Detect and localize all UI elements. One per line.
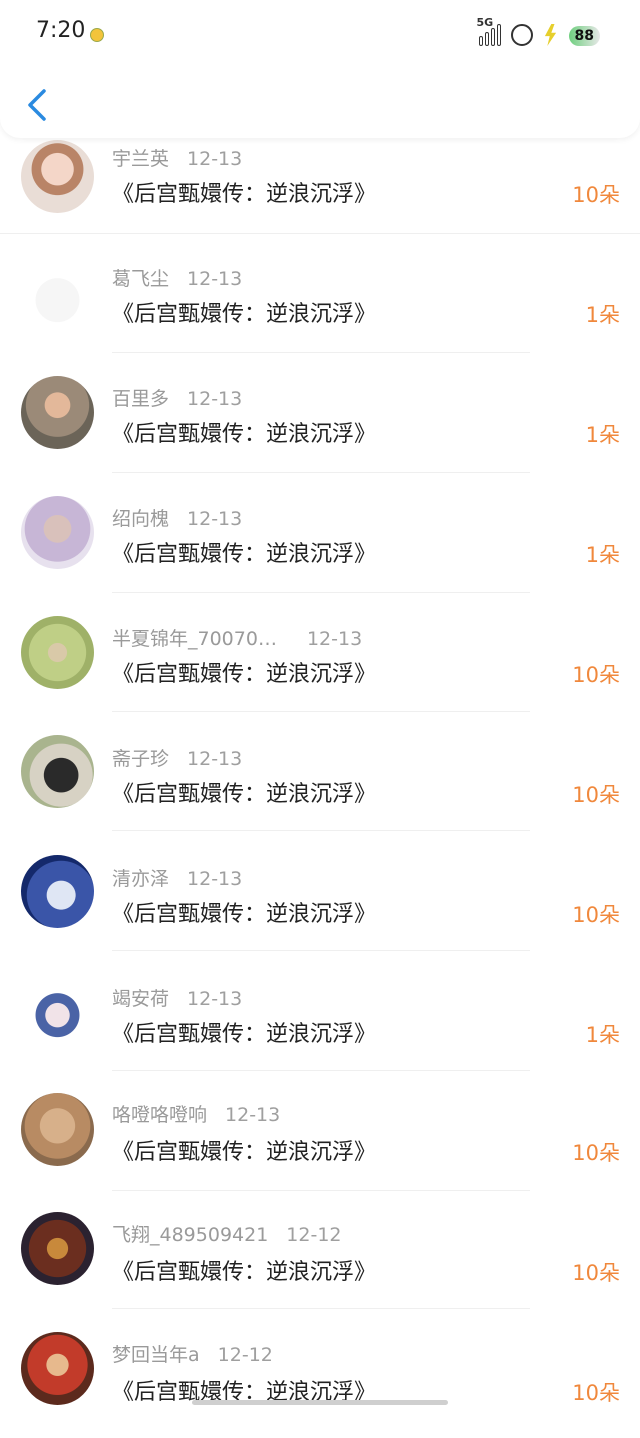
user-name[interactable]: 咯噔咯噔响	[112, 1104, 207, 1126]
book-title[interactable]: 《后宫甄嬛传：逆浪沉浮》	[112, 176, 376, 208]
book-title[interactable]: 《后宫甄嬛传：逆浪沉浮》	[112, 776, 376, 808]
user-name[interactable]: 梦回当年a	[112, 1344, 200, 1366]
flower-count: 10朵	[572, 183, 620, 207]
network-label: 5G	[476, 16, 494, 29]
list-item[interactable]: 竭安荷 12-13 《后宫甄嬛传：逆浪沉浮》 1朵	[0, 958, 640, 1078]
flower-count: 10朵	[572, 663, 620, 687]
list-item[interactable]: 清亦泽 12-13 《后宫甄嬛传：逆浪沉浮》 10朵	[0, 838, 640, 958]
wifi-icon	[510, 24, 533, 46]
flower-count: 1朵	[585, 423, 620, 447]
divider	[112, 1070, 530, 1071]
flower-count: 1朵	[585, 543, 620, 567]
book-title[interactable]: 《后宫甄嬛传：逆浪沉浮》	[112, 1134, 376, 1166]
flower-count: 10朵	[572, 1141, 620, 1165]
avatar[interactable]	[21, 975, 94, 1048]
divider	[112, 1190, 530, 1191]
book-title[interactable]: 《后宫甄嬛传：逆浪沉浮》	[112, 536, 376, 568]
user-name[interactable]: 宇兰英	[112, 148, 169, 170]
signal-icon: 5G	[476, 16, 501, 46]
book-title[interactable]: 《后宫甄嬛传：逆浪沉浮》	[112, 656, 376, 688]
status-bar: 7:20 5G 88	[0, 0, 640, 70]
battery-level: 88	[568, 26, 600, 46]
home-indicator[interactable]	[192, 1400, 448, 1405]
avatar[interactable]	[21, 1093, 94, 1166]
status-time: 7:20	[36, 18, 86, 43]
date-label: 12-13	[187, 868, 243, 890]
book-title[interactable]: 《后宫甄嬛传：逆浪沉浮》	[112, 1254, 376, 1286]
avatar[interactable]	[21, 1212, 94, 1285]
notification-icon	[90, 28, 104, 42]
charging-icon	[544, 24, 557, 46]
list-item[interactable]: 半夏锦年_70070… 12-13 《后宫甄嬛传：逆浪沉浮》 10朵	[0, 598, 640, 718]
avatar[interactable]	[21, 1332, 94, 1405]
list-item[interactable]: 梦回当年a 12-12 《后宫甄嬛传：逆浪沉浮》 10朵	[0, 1318, 640, 1438]
book-title[interactable]: 《后宫甄嬛传：逆浪沉浮》	[112, 416, 376, 448]
date-label: 12-13	[187, 148, 243, 170]
avatar[interactable]	[21, 496, 94, 569]
user-name[interactable]: 半夏锦年_70070…	[112, 628, 277, 650]
user-name[interactable]: 绍向槐	[112, 508, 169, 530]
list-item[interactable]: 葛飞尘 12-13 《后宫甄嬛传：逆浪沉浮》 1朵	[0, 238, 640, 358]
date-label: 12-13	[187, 508, 243, 530]
date-label: 12-13	[187, 268, 243, 290]
flower-count: 10朵	[572, 1261, 620, 1285]
user-name[interactable]: 竭安荷	[112, 988, 169, 1010]
divider	[0, 233, 640, 234]
divider	[112, 352, 530, 353]
chevron-left-icon[interactable]	[24, 88, 50, 122]
avatar[interactable]	[21, 735, 94, 808]
divider	[112, 472, 530, 473]
date-label: 12-13	[187, 388, 243, 410]
top-bar: 7:20 5G 88	[0, 0, 640, 138]
book-title[interactable]: 《后宫甄嬛传：逆浪沉浮》	[112, 1016, 376, 1048]
avatar[interactable]	[21, 616, 94, 689]
avatar[interactable]	[21, 376, 94, 449]
divider	[112, 1308, 530, 1309]
user-name[interactable]: 百里多	[112, 388, 169, 410]
flower-count: 10朵	[572, 903, 620, 927]
list-item[interactable]: 咯噔咯噔响 12-13 《后宫甄嬛传：逆浪沉浮》 10朵	[0, 1078, 640, 1198]
user-name[interactable]: 清亦泽	[112, 868, 169, 890]
date-label: 12-12	[217, 1344, 273, 1366]
divider	[112, 830, 530, 831]
book-title[interactable]: 《后宫甄嬛传：逆浪沉浮》	[112, 296, 376, 328]
divider	[112, 950, 530, 951]
avatar[interactable]	[21, 140, 94, 213]
date-label: 12-13	[187, 988, 243, 1010]
avatar[interactable]	[21, 855, 94, 928]
list-item[interactable]: 百里多 12-13 《后宫甄嬛传：逆浪沉浮》 1朵	[0, 358, 640, 478]
flower-count: 1朵	[585, 1023, 620, 1047]
book-title[interactable]: 《后宫甄嬛传：逆浪沉浮》	[112, 896, 376, 928]
user-name[interactable]: 斋子珍	[112, 748, 169, 770]
date-label: 12-13	[306, 628, 363, 650]
flower-count: 10朵	[572, 783, 620, 807]
divider	[112, 711, 530, 712]
flower-count: 1朵	[585, 303, 620, 327]
date-label: 12-13	[187, 748, 243, 770]
flower-count: 10朵	[572, 1381, 620, 1405]
list-item[interactable]: 绍向槐 12-13 《后宫甄嬛传：逆浪沉浮》 1朵	[0, 478, 640, 598]
date-label: 12-13	[225, 1104, 281, 1126]
list-item[interactable]: 斋子珍 12-13 《后宫甄嬛传：逆浪沉浮》 10朵	[0, 718, 640, 838]
divider	[112, 592, 530, 593]
avatar[interactable]	[21, 260, 94, 333]
date-label: 12-12	[286, 1224, 342, 1246]
list-item[interactable]: 飞翔_489509421 12-12 《后宫甄嬛传：逆浪沉浮》 10朵	[0, 1198, 640, 1318]
user-name[interactable]: 葛飞尘	[112, 268, 169, 290]
user-name[interactable]: 飞翔_489509421	[112, 1224, 268, 1246]
